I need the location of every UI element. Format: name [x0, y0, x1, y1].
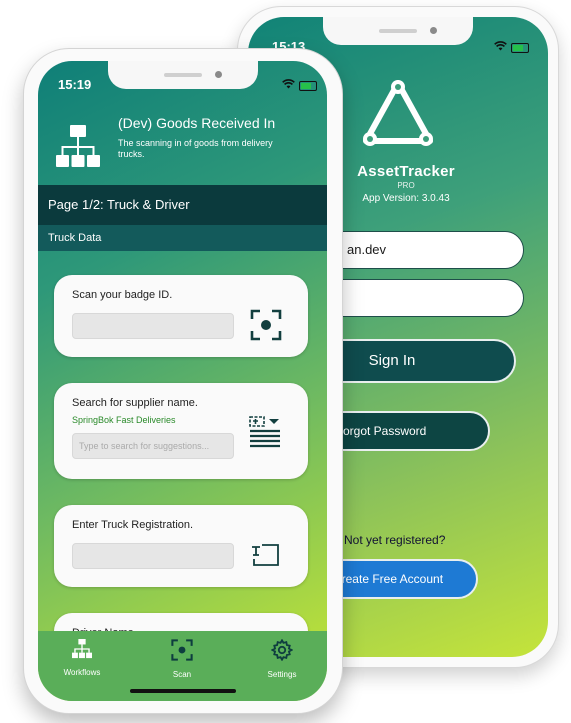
app-tier: PRO — [397, 181, 415, 190]
workflow-title: (Dev) Goods Received In — [118, 115, 276, 131]
status-time: 15:19 — [58, 77, 92, 92]
notch — [107, 61, 258, 89]
battery-icon — [299, 80, 317, 91]
tab-workflows-label: Workflows — [63, 668, 101, 677]
workflow-icon — [54, 123, 102, 171]
supplier-card: Search for supplier name. SpringBok Fast… — [54, 383, 308, 479]
badge-card: Scan your badge ID. — [54, 275, 308, 357]
tab-settings-label: Settings — [267, 670, 297, 679]
wifi-icon — [282, 79, 295, 92]
badge-input[interactable] — [72, 313, 234, 339]
scan-icon — [171, 639, 193, 665]
assettracker-logo-icon — [358, 75, 438, 155]
front-phone-frame: 15:19 (Dev) Goods Received In The scanni… — [23, 48, 343, 714]
notch — [323, 17, 473, 45]
registration-label: Enter Truck Registration. — [72, 519, 194, 531]
page-title: Page 1/2: Truck & Driver — [38, 185, 327, 225]
app-name: AssetTracker — [357, 163, 455, 180]
status-icons — [282, 79, 317, 92]
wifi-icon — [494, 41, 507, 54]
tab-settings[interactable]: Settings — [252, 638, 312, 679]
tab-scan-label: Scan — [172, 670, 192, 679]
battery-icon — [511, 42, 529, 53]
dropdown-list-icon[interactable] — [248, 415, 282, 454]
workflows-icon — [71, 639, 93, 663]
registration-input[interactable] — [72, 543, 234, 569]
tab-scan[interactable]: Scan — [152, 639, 212, 679]
goods-received-screen: 15:19 (Dev) Goods Received In The scanni… — [38, 61, 327, 701]
tab-workflows[interactable]: Workflows — [52, 639, 112, 677]
status-icons — [494, 41, 529, 54]
section-title: Truck Data — [38, 225, 327, 251]
gear-icon — [270, 638, 294, 665]
text-input-icon[interactable] — [250, 543, 280, 572]
scan-badge-icon[interactable] — [250, 309, 282, 346]
badge-label: Scan your badge ID. — [72, 289, 173, 301]
supplier-selected: SpringBok Fast Deliveries — [72, 415, 176, 425]
not-registered-text: Not yet registered? — [344, 533, 446, 547]
workflow-description: The scanning in of goods from delivery t… — [118, 138, 273, 159]
supplier-label: Search for supplier name. — [72, 397, 198, 409]
supplier-search-input[interactable]: Type to search for suggestions... — [72, 433, 234, 459]
registration-card: Enter Truck Registration. — [54, 505, 308, 587]
home-indicator — [130, 689, 236, 693]
